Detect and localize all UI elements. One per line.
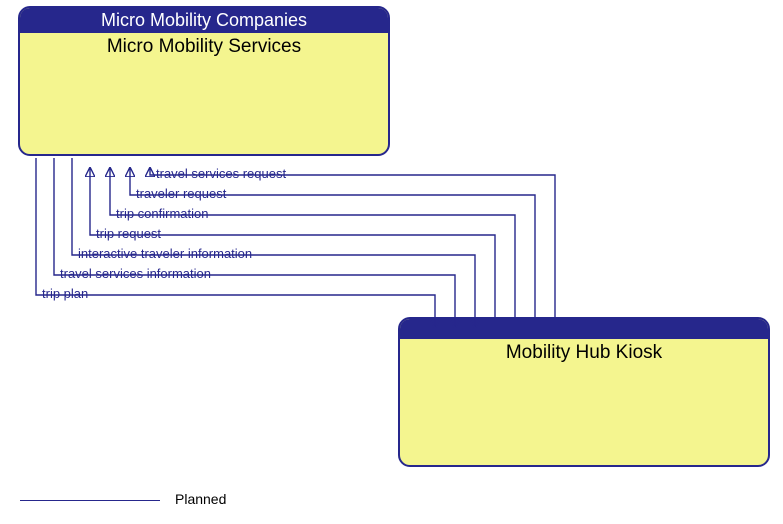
diagram-canvas: Micro Mobility Companies Micro Mobility … bbox=[0, 0, 783, 524]
flow-path-4 bbox=[72, 158, 475, 328]
flow-label-5: travel services information bbox=[60, 266, 211, 281]
flow-label-3: trip request bbox=[96, 226, 161, 241]
node-mobility-hub-kiosk: Mobility Hub Kiosk bbox=[398, 317, 770, 467]
node-header-target bbox=[400, 319, 768, 339]
node-title-source: Micro Mobility Services bbox=[20, 33, 388, 58]
flow-label-0: travel services request bbox=[156, 166, 286, 181]
flow-label-1: traveler request bbox=[136, 186, 226, 201]
legend-label: Planned bbox=[175, 491, 226, 507]
flow-path-6 bbox=[36, 158, 435, 328]
flow-path-5 bbox=[54, 158, 455, 328]
flow-label-6: trip plan bbox=[42, 286, 88, 301]
node-micro-mobility-services: Micro Mobility Companies Micro Mobility … bbox=[18, 6, 390, 156]
legend-line-icon bbox=[20, 500, 160, 501]
flow-label-2: trip confirmation bbox=[116, 206, 208, 221]
node-header-source: Micro Mobility Companies bbox=[20, 8, 388, 33]
node-title-target: Mobility Hub Kiosk bbox=[400, 339, 768, 364]
flow-label-4: interactive traveler information bbox=[78, 246, 252, 261]
